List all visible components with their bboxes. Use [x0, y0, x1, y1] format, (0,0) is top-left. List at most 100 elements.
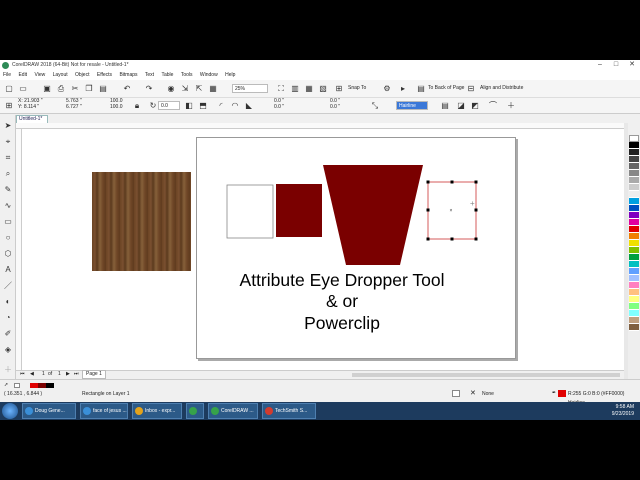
- freehand-tool-icon[interactable]: ✎: [3, 185, 13, 195]
- dark-red-rectangle[interactable]: [276, 184, 322, 237]
- round-corner-icon[interactable]: ◜: [216, 101, 226, 111]
- palette-swatch[interactable]: [629, 170, 639, 177]
- page-text-line2[interactable]: & or: [326, 291, 358, 311]
- to-back-small-icon[interactable]: ◩: [470, 101, 480, 111]
- recent-red-swatch[interactable]: [30, 383, 38, 388]
- palette-swatch[interactable]: [629, 324, 639, 331]
- recent-darkred-swatch[interactable]: [38, 383, 46, 388]
- to-back-of-page-button[interactable]: To Back of Page: [428, 84, 464, 93]
- palette-swatch[interactable]: [629, 219, 639, 226]
- palette-swatch[interactable]: [629, 177, 639, 184]
- palette-swatch[interactable]: [629, 289, 639, 296]
- palette-swatch[interactable]: [629, 163, 639, 170]
- palette-swatch[interactable]: [629, 205, 639, 212]
- paste-icon[interactable]: ▤: [98, 84, 108, 94]
- palette-swatch[interactable]: [629, 198, 639, 205]
- page-text-line1[interactable]: Attribute Eye Dropper Tool: [240, 270, 445, 290]
- palette-swatch[interactable]: [629, 212, 639, 219]
- palette-swatch[interactable]: [629, 275, 639, 282]
- taskbar-button[interactable]: face of jesus ...: [80, 403, 128, 419]
- polygon-tool-icon[interactable]: ⬡: [3, 249, 13, 259]
- system-clock[interactable]: 9:58 AM 9/23/2019: [612, 404, 634, 418]
- horizontal-scrollbar[interactable]: [352, 373, 620, 377]
- maximize-button[interactable]: □: [608, 60, 624, 70]
- palette-swatch[interactable]: [629, 310, 639, 317]
- close-button[interactable]: ✕: [624, 60, 640, 70]
- lock-ratio-icon[interactable]: 🔒︎: [132, 101, 142, 111]
- crop-tool-icon[interactable]: ⌗: [3, 153, 13, 163]
- scalloped-corner-icon[interactable]: ◠: [230, 101, 240, 111]
- snap-to-button[interactable]: Snap To: [348, 84, 366, 93]
- menu-text[interactable]: Text: [142, 70, 157, 80]
- palette-swatch[interactable]: [629, 156, 639, 163]
- wrap-text-icon[interactable]: ▤: [440, 101, 450, 111]
- palette-swatch[interactable]: [629, 240, 639, 247]
- add-preset-icon[interactable]: ＋: [506, 101, 516, 111]
- taskbar-button[interactable]: Inbox - expr...: [132, 403, 182, 419]
- chamfered-corner-icon[interactable]: ◣: [244, 101, 254, 111]
- palette-swatch[interactable]: [629, 135, 639, 142]
- convert-to-curves-icon[interactable]: ⌒: [488, 101, 498, 111]
- menu-file[interactable]: File: [0, 70, 14, 80]
- menu-window[interactable]: Window: [197, 70, 221, 80]
- to-front-icon[interactable]: ◪: [456, 101, 466, 111]
- corner-radius-2[interactable]: 0.0 ": [274, 103, 284, 112]
- height-field[interactable]: 6.727 ": [66, 103, 82, 112]
- mirror-horizontal-icon[interactable]: ◧: [184, 101, 194, 111]
- y-position-field[interactable]: Y: 8.114 ": [18, 103, 39, 112]
- palette-swatch[interactable]: [629, 282, 639, 289]
- search-content-icon[interactable]: ◉: [166, 84, 176, 94]
- save-icon[interactable]: ▣: [42, 84, 52, 94]
- import-icon[interactable]: ⇲: [180, 84, 190, 94]
- options-gear-icon[interactable]: ⚙: [382, 84, 392, 94]
- mirror-vertical-icon[interactable]: ⬒: [198, 101, 208, 111]
- pick-tool-icon[interactable]: ➤: [3, 121, 13, 131]
- palette-swatch[interactable]: [629, 317, 639, 324]
- interactive-fill-icon[interactable]: ◈: [3, 345, 13, 355]
- wood-texture-bitmap[interactable]: [92, 172, 191, 271]
- taskbar-button[interactable]: Doug Gene...: [22, 403, 76, 419]
- open-folder-icon[interactable]: ▭: [18, 84, 28, 94]
- palette-swatch[interactable]: [629, 296, 639, 303]
- shape-tool-icon[interactable]: ⌖: [3, 137, 13, 147]
- corner-radius-4[interactable]: 0.0 ": [330, 103, 340, 112]
- launch-icon[interactable]: ▸: [398, 84, 408, 94]
- palette-swatch[interactable]: [629, 303, 639, 310]
- menu-object[interactable]: Object: [72, 70, 92, 80]
- menu-effects[interactable]: Effects: [94, 70, 115, 80]
- add-tool-icon[interactable]: ＋: [3, 365, 13, 375]
- drawing-canvas[interactable]: × + Attribute Eye Dropper Tool & or Powe…: [22, 129, 624, 379]
- last-page-icon[interactable]: ⏭: [74, 370, 79, 379]
- palette-swatch[interactable]: [629, 142, 639, 149]
- first-page-icon[interactable]: ⏮: [20, 370, 25, 379]
- menu-help[interactable]: Help: [222, 70, 238, 80]
- full-screen-icon[interactable]: ⛶: [276, 84, 286, 94]
- angle-field[interactable]: 0.0: [158, 101, 180, 110]
- menu-bitmaps[interactable]: Bitmaps: [116, 70, 140, 80]
- page-text-line3[interactable]: Powerclip: [304, 313, 380, 333]
- menu-edit[interactable]: Edit: [15, 70, 30, 80]
- menu-view[interactable]: View: [31, 70, 48, 80]
- taskbar-button[interactable]: TechSmith S...: [262, 403, 316, 419]
- palette-swatch[interactable]: [629, 191, 639, 198]
- palette-swatch[interactable]: [629, 261, 639, 268]
- cut-icon[interactable]: ✂: [70, 84, 80, 94]
- recent-black-swatch[interactable]: [46, 383, 54, 388]
- taskbar-button[interactable]: CorelDRAW ...: [208, 403, 258, 419]
- menu-tools[interactable]: Tools: [178, 70, 196, 80]
- palette-swatch[interactable]: [629, 268, 639, 275]
- undo-icon[interactable]: ↶: [122, 84, 132, 94]
- no-fill-swatch[interactable]: [14, 383, 20, 388]
- document-page[interactable]: × + Attribute Eye Dropper Tool & or Powe…: [196, 137, 516, 359]
- menu-table[interactable]: Table: [158, 70, 176, 80]
- redo-icon[interactable]: ↷: [144, 84, 154, 94]
- next-page-icon[interactable]: ▶: [66, 370, 70, 379]
- palette-swatch[interactable]: [629, 184, 639, 191]
- fill-indicator-icon[interactable]: [452, 390, 460, 397]
- outline-width-field[interactable]: Hairline: [396, 101, 428, 110]
- page-1-tab[interactable]: Page 1: [82, 370, 106, 379]
- dark-red-trapezoid[interactable]: [323, 165, 423, 265]
- align-and-distribute-button[interactable]: Align and Distribute: [480, 84, 523, 93]
- zoom-level-field[interactable]: 25%: [232, 84, 268, 93]
- outline-pen-icon[interactable]: ✒: [552, 389, 556, 398]
